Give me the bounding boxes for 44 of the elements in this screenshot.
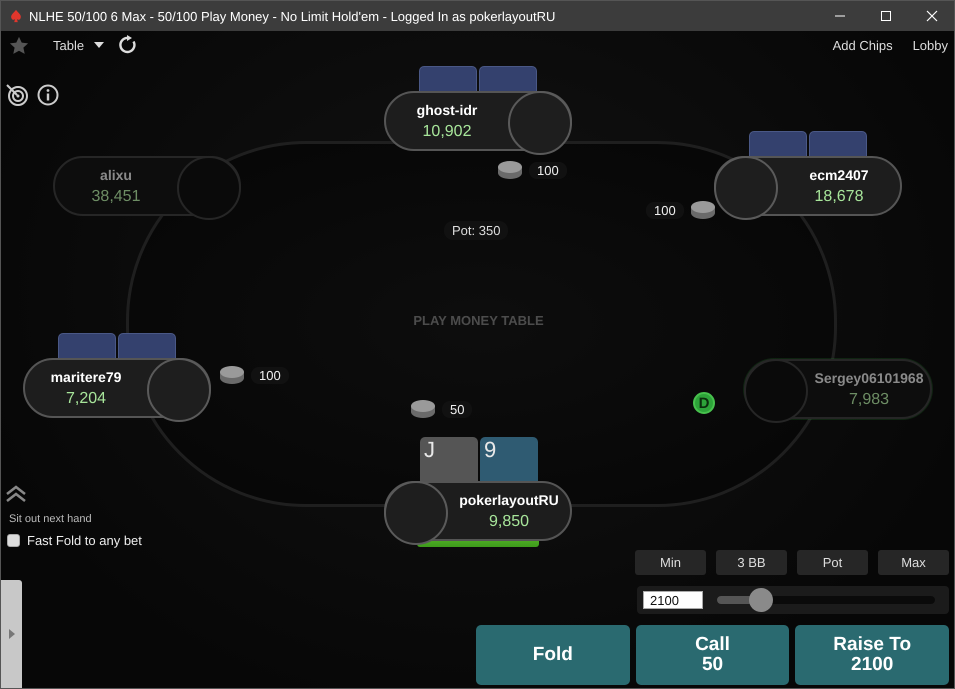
player-stack: 9,850: [488, 512, 530, 530]
player-stack: 18,678: [814, 188, 864, 206]
player-stack: 7,983: [848, 390, 890, 408]
player-stack: 10,902: [422, 122, 472, 140]
toolbar-link[interactable]: Lobby: [912, 38, 948, 52]
caret-icon: [8, 629, 14, 639]
chip-stack-icon: [690, 200, 716, 220]
chip-stack-icon: [219, 365, 245, 385]
bet-input[interactable]: 2100: [643, 591, 703, 609]
caret-icon: [94, 42, 104, 48]
chip-stack-icon: [410, 399, 436, 419]
player-name: ghost-idr: [416, 102, 478, 118]
close-icon[interactable]: [926, 10, 938, 22]
window-title: NLHE 50/100 6 Max - 50/100 Play Money - No Limit Hold'em - Logged In as pokerlayoutRU: [29, 8, 556, 24]
player-name: alixu: [100, 166, 132, 182]
refresh-icon[interactable]: [118, 35, 138, 55]
checkbox-label: Fast Fold to any bet: [27, 533, 142, 548]
maximize-icon[interactable]: [880, 10, 892, 22]
spade-logo-icon: [9, 9, 23, 23]
player-stack: 38,451: [92, 188, 140, 206]
target-icon[interactable]: [5, 83, 29, 107]
slider-thumb[interactable]: [748, 588, 773, 612]
double-chevron-up-icon[interactable]: [5, 485, 27, 503]
bet-preset-button[interactable]: Pot: [797, 550, 868, 575]
player-name: Sergey06101968: [814, 370, 924, 386]
bet-preset-button[interactable]: 3 BB: [716, 550, 787, 575]
player-name: maritere79: [50, 368, 122, 384]
player-stack: 7,204: [66, 390, 106, 408]
action-button[interactable]: Call 50: [636, 625, 790, 685]
table-label: PLAY MONEY TABLE: [412, 313, 545, 328]
toolbar-link[interactable]: Add Chips: [832, 38, 893, 52]
pot-amount: Pot: 350: [444, 221, 508, 240]
action-button[interactable]: Raise To 2100: [795, 625, 950, 685]
chip-stack-icon: [497, 160, 523, 180]
player-name: ecm2407: [809, 166, 869, 182]
info-icon[interactable]: [37, 84, 59, 106]
bet-preset-button[interactable]: Max: [878, 550, 949, 575]
checkbox[interactable]: [7, 534, 20, 547]
action-button[interactable]: Fold: [476, 625, 630, 685]
table-menu[interactable]: Table: [53, 38, 104, 52]
star-icon[interactable]: [9, 36, 29, 54]
bet-slider[interactable]: [717, 588, 935, 612]
bet-preset-button[interactable]: Min: [635, 550, 706, 575]
sit-out-link[interactable]: Sit out next hand: [9, 513, 92, 525]
